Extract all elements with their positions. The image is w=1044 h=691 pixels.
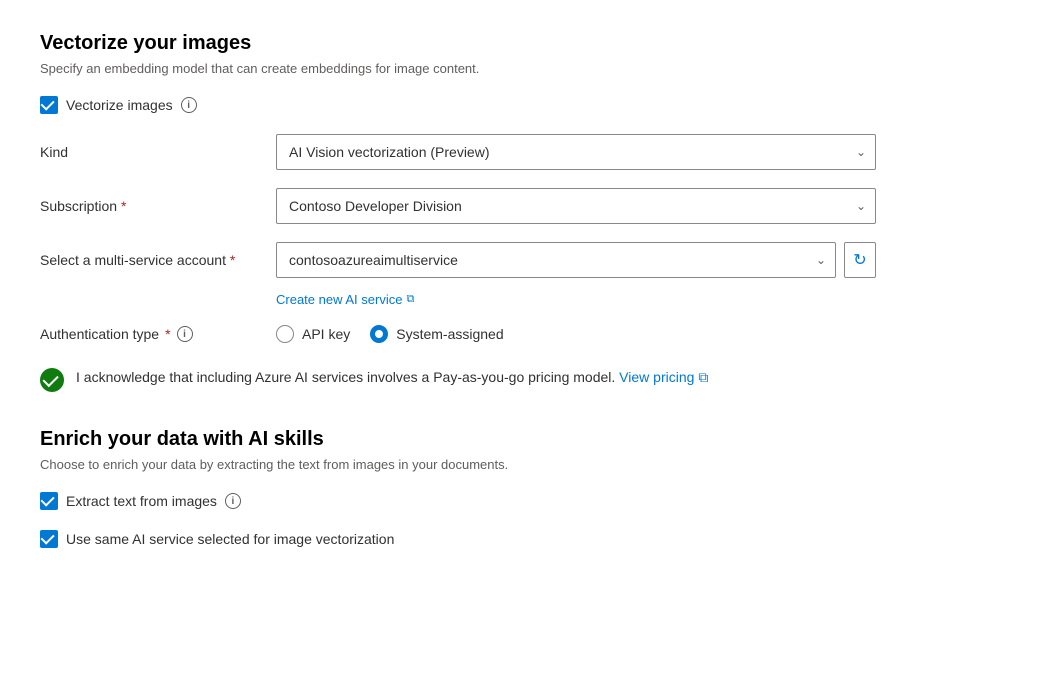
multi-service-label: Select a multi-service account * bbox=[40, 252, 260, 268]
subscription-required-star: * bbox=[121, 198, 126, 214]
multi-service-required-star: * bbox=[230, 252, 235, 268]
create-ai-service-link[interactable]: Create new AI service ⧉ bbox=[276, 292, 414, 307]
extract-text-checkbox[interactable] bbox=[40, 492, 58, 510]
auth-type-row: Authentication type * i API key System-a… bbox=[40, 325, 1004, 343]
kind-row: Kind AI Vision vectorization (Preview) A… bbox=[40, 134, 1004, 170]
multi-service-row: Select a multi-service account * contoso… bbox=[40, 242, 1004, 278]
external-link-icon: ⧉ bbox=[406, 293, 414, 306]
kind-dropdown-container: AI Vision vectorization (Preview) Azure … bbox=[276, 134, 876, 170]
subscription-row: Subscription * Contoso Developer Divisio… bbox=[40, 188, 1004, 224]
acknowledge-text: I acknowledge that including Azure AI se… bbox=[76, 367, 708, 388]
create-link-text: Create new AI service bbox=[276, 292, 402, 307]
system-assigned-radio-option[interactable]: System-assigned bbox=[370, 325, 503, 343]
subscription-label: Subscription * bbox=[40, 198, 260, 214]
vectorize-images-checkbox-row: Vectorize images i bbox=[40, 96, 1004, 114]
multi-service-dropdown[interactable]: contosoazureaimultiservice bbox=[276, 242, 836, 278]
extract-text-checkbox-row: Extract text from images i bbox=[40, 492, 1004, 510]
kind-label: Kind bbox=[40, 144, 260, 160]
same-service-checkbox-row: Use same AI service selected for image v… bbox=[40, 530, 1004, 548]
multi-service-dropdown-container: contosoazureaimultiservice ⌄ bbox=[276, 242, 836, 278]
view-pricing-external-icon: ⧉ bbox=[698, 367, 708, 388]
vectorize-images-info-icon[interactable]: i bbox=[181, 97, 197, 113]
subscription-dropdown-container: Contoso Developer Division ⌄ bbox=[276, 188, 876, 224]
enrich-section: Enrich your data with AI skills Choose t… bbox=[40, 428, 1004, 548]
refresh-icon: ↻ bbox=[853, 250, 866, 270]
acknowledge-check-icon bbox=[40, 368, 64, 392]
extract-text-info-icon[interactable]: i bbox=[225, 493, 241, 509]
auth-label-area: Authentication type * i bbox=[40, 326, 260, 342]
create-link-row: Create new AI service ⧉ bbox=[40, 286, 1004, 307]
kind-dropdown[interactable]: AI Vision vectorization (Preview) Azure … bbox=[276, 134, 876, 170]
extract-text-label: Extract text from images bbox=[66, 493, 217, 509]
vectorize-subtitle: Specify an embedding model that can crea… bbox=[40, 61, 1004, 76]
refresh-button[interactable]: ↻ bbox=[844, 242, 876, 278]
subscription-dropdown[interactable]: Contoso Developer Division bbox=[276, 188, 876, 224]
view-pricing-text: View pricing bbox=[619, 367, 694, 388]
auth-radio-group: API key System-assigned bbox=[276, 325, 504, 343]
api-key-radio-circle bbox=[276, 325, 294, 343]
view-pricing-link[interactable]: View pricing ⧉ bbox=[619, 367, 708, 388]
vectorize-title: Vectorize your images bbox=[40, 32, 1004, 55]
multi-service-controls: contosoazureaimultiservice ⌄ ↻ bbox=[276, 242, 876, 278]
vectorize-images-checkbox[interactable] bbox=[40, 96, 58, 114]
same-service-label: Use same AI service selected for image v… bbox=[66, 531, 394, 547]
same-service-checkbox[interactable] bbox=[40, 530, 58, 548]
acknowledge-row: I acknowledge that including Azure AI se… bbox=[40, 363, 1004, 396]
system-assigned-label: System-assigned bbox=[396, 326, 503, 342]
system-assigned-radio-circle bbox=[370, 325, 388, 343]
api-key-radio-option[interactable]: API key bbox=[276, 325, 350, 343]
vectorize-section: Vectorize your images Specify an embeddi… bbox=[40, 32, 1004, 396]
auth-info-icon[interactable]: i bbox=[177, 326, 193, 342]
auth-type-label: Authentication type bbox=[40, 326, 159, 342]
api-key-label: API key bbox=[302, 326, 350, 342]
enrich-subtitle: Choose to enrich your data by extracting… bbox=[40, 457, 1004, 472]
vectorize-images-label: Vectorize images bbox=[66, 97, 173, 113]
auth-required-star: * bbox=[165, 326, 170, 342]
enrich-title: Enrich your data with AI skills bbox=[40, 428, 1004, 451]
